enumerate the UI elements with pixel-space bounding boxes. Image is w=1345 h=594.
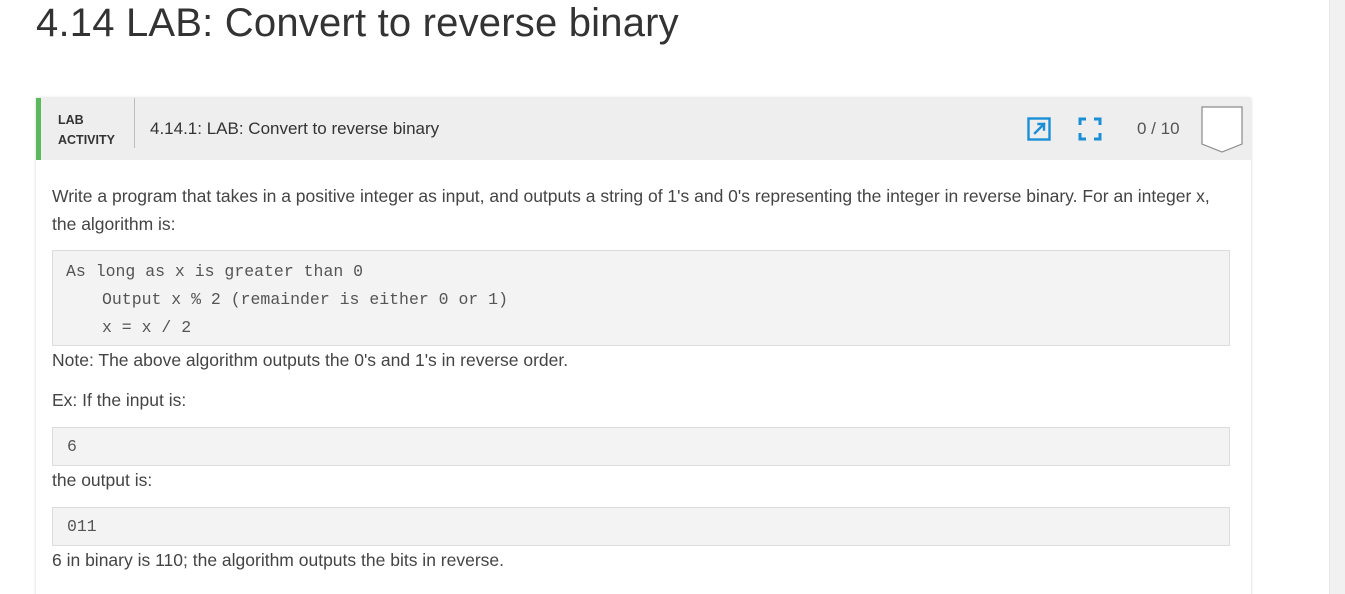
sample-output-block: 011 <box>52 507 1230 546</box>
score-badge-icon <box>1201 106 1243 159</box>
sample-input-block: 6 <box>52 427 1230 466</box>
input-label: Ex: If the input is: <box>52 390 187 410</box>
algorithm-code-block: As long as x is greater than 0 Output x … <box>52 250 1230 346</box>
algorithm-line: Output x % 2 (remainder is either 0 or 1… <box>102 290 508 309</box>
score-text: 0 / 10 <box>1137 119 1180 138</box>
fullscreen-icon[interactable] <box>1077 116 1103 142</box>
explanation-text: 6 in binary is 110; the algorithm output… <box>52 550 505 570</box>
lab-header: LAB ACTIVITY 4.14.1: LAB: Convert to rev… <box>36 98 1251 160</box>
lab-instructions: Write a program that takes in a positive… <box>52 182 1230 574</box>
lab-kind-line2: ACTIVITY <box>58 133 115 147</box>
lab-title: 4.14.1: LAB: Convert to reverse binary <box>150 119 440 138</box>
page-scrollbar[interactable] <box>1329 0 1345 594</box>
header-divider <box>134 98 135 148</box>
section-title: 4.14 LAB: Convert to reverse binary <box>36 1 679 45</box>
algorithm-line: x = x / 2 <box>102 318 192 337</box>
lab-kind-label: LAB ACTIVITY <box>58 110 115 150</box>
note-text: Note: The above algorithm outputs the 0'… <box>52 350 569 370</box>
open-external-icon[interactable] <box>1026 116 1052 142</box>
algorithm-line: As long as x is greater than 0 <box>66 262 364 281</box>
intro-text: Write a program that takes in a positive… <box>52 186 1210 234</box>
output-label: the output is: <box>52 470 153 490</box>
page: 4.14 LAB: Convert to reverse binary LAB … <box>0 0 1345 594</box>
lab-activity-card: LAB ACTIVITY 4.14.1: LAB: Convert to rev… <box>36 98 1251 594</box>
lab-kind-line1: LAB <box>58 113 84 127</box>
